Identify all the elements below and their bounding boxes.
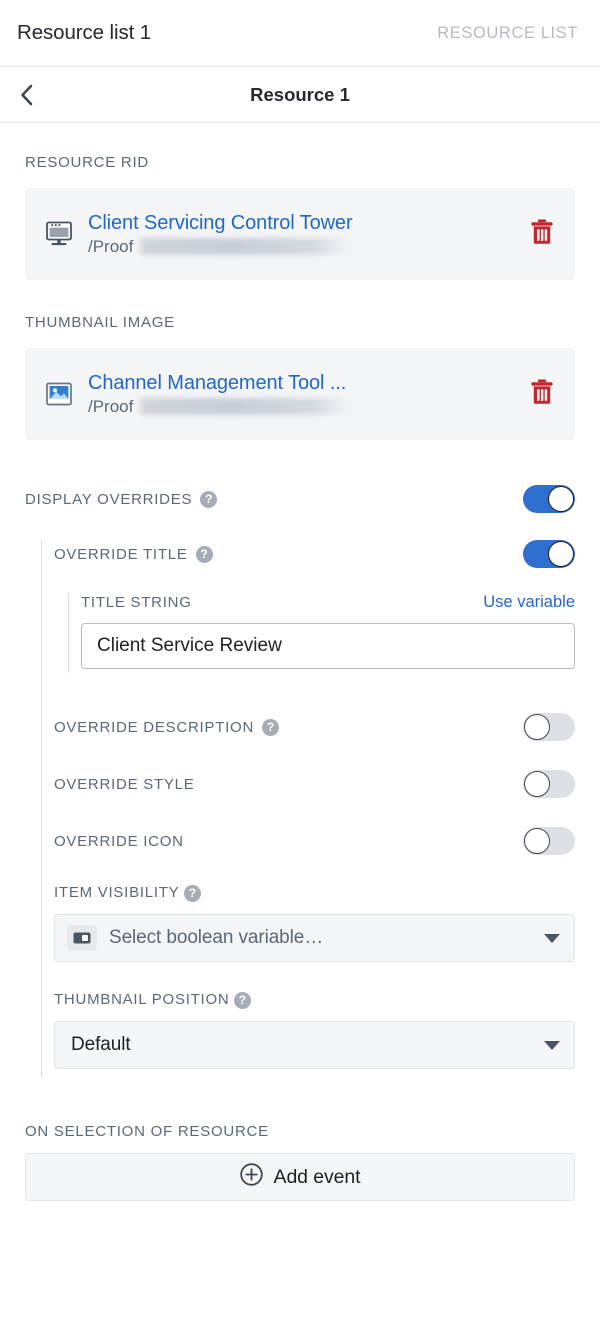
plus-circle-icon (239, 1163, 263, 1191)
help-circle-icon[interactable]: ? (233, 991, 251, 1009)
chevron-down-icon (544, 1040, 560, 1050)
override-style-row: OVERRIDE STYLE (54, 770, 575, 798)
delete-thumbnail-image-button[interactable] (527, 378, 557, 411)
delete-resource-rid-button[interactable] (527, 218, 557, 251)
resource-rid-section: RESOURCE RID Client Servicing Control To… (25, 154, 575, 280)
breadcrumb-current-title: Resource 1 (250, 83, 350, 105)
override-title-toggle[interactable] (523, 540, 575, 568)
resource-rid-path: /Proof (88, 237, 517, 256)
trash-icon (529, 218, 555, 251)
override-description-toggle[interactable] (523, 713, 575, 741)
item-visibility-group: ITEM VISIBILITY ? Select boolean variabl… (54, 884, 575, 962)
resource-rid-link[interactable]: Client Servicing Control Tower (88, 212, 517, 234)
page-title: Resource list 1 (17, 21, 152, 44)
thumbnail-image-card: Channel Management Tool ... /Proof (25, 348, 575, 440)
resource-rid-card: Client Servicing Control Tower /Proof (25, 188, 575, 280)
display-overrides-toggle[interactable] (523, 485, 575, 513)
resource-rid-label: RESOURCE RID (25, 154, 150, 171)
add-event-label: Add event (273, 1165, 361, 1188)
toggle-knob (548, 486, 574, 512)
thumbnail-image-path: /Proof (88, 397, 517, 416)
display-overrides-section: DISPLAY OVERRIDES ? OVERRIDE TITLE ? TIT… (25, 485, 575, 1077)
panel-content: RESOURCE RID Client Servicing Control To… (0, 154, 600, 1201)
resource-detail-panel: Resource list 1 RESOURCE LIST Resource 1… (0, 0, 600, 1339)
override-icon-row: OVERRIDE ICON (54, 827, 575, 855)
help-circle-icon[interactable]: ? (200, 490, 218, 508)
trash-icon (529, 378, 555, 411)
override-title-label: OVERRIDE TITLE (54, 545, 188, 563)
thumbnail-image-link[interactable]: Channel Management Tool ... (88, 372, 517, 394)
item-visibility-value: Select boolean variable… (109, 927, 324, 948)
title-string-label: TITLE STRING (81, 594, 192, 611)
boolean-variable-icon (67, 925, 97, 951)
thumbnail-position-select[interactable]: Default (54, 1021, 575, 1069)
resource-rid-path-prefix: /Proof (88, 236, 134, 256)
chevron-left-icon (19, 83, 35, 107)
override-description-label: OVERRIDE DESCRIPTION (54, 718, 255, 736)
toggle-knob (548, 541, 574, 567)
on-selection-section: ON SELECTION OF RESOURCE Add event (25, 1123, 575, 1201)
toggle-knob (524, 771, 550, 797)
panel-header: Resource list 1 RESOURCE LIST (0, 0, 600, 67)
thumbnail-image-text: Channel Management Tool ... /Proof (88, 372, 517, 416)
help-circle-icon[interactable]: ? (183, 884, 201, 902)
on-selection-label: ON SELECTION OF RESOURCE (25, 1123, 269, 1140)
thumbnail-image-path-prefix: /Proof (88, 396, 134, 416)
back-button[interactable] (12, 80, 42, 110)
thumbnail-position-value: Default (71, 1034, 131, 1055)
display-overrides-nested-group: OVERRIDE TITLE ? TITLE STRING Use variab… (41, 540, 575, 1077)
title-string-input[interactable] (81, 623, 575, 669)
redacted-path-blur (136, 237, 352, 255)
picture-image-icon (42, 380, 76, 408)
override-style-toggle[interactable] (523, 770, 575, 798)
item-visibility-select[interactable]: Select boolean variable… (54, 914, 575, 962)
chevron-down-icon (544, 933, 560, 943)
override-icon-toggle[interactable] (523, 827, 575, 855)
title-string-group: TITLE STRING Use variable (68, 593, 575, 673)
thumbnail-position-group: THUMBNAIL POSITION ? Default (54, 991, 575, 1069)
override-style-label: OVERRIDE STYLE (54, 775, 195, 793)
resource-rid-text: Client Servicing Control Tower /Proof (88, 212, 517, 255)
monitor-screen-icon (42, 220, 76, 248)
subheader: Resource 1 (0, 67, 600, 123)
thumbnail-image-label: THUMBNAIL IMAGE (25, 314, 175, 331)
display-overrides-row: DISPLAY OVERRIDES ? (25, 485, 575, 513)
help-circle-icon[interactable]: ? (262, 718, 280, 736)
toggle-knob (524, 828, 550, 854)
component-type-label: RESOURCE LIST (437, 23, 578, 42)
thumbnail-image-section: THUMBNAIL IMAGE Channel Management Tool … (25, 314, 575, 440)
redacted-path-blur (136, 397, 352, 415)
override-title-row: OVERRIDE TITLE ? (54, 540, 575, 568)
toggle-knob (524, 714, 550, 740)
add-event-button[interactable]: Add event (25, 1153, 575, 1201)
override-description-row: OVERRIDE DESCRIPTION ? (54, 713, 575, 741)
help-circle-icon[interactable]: ? (195, 545, 213, 563)
thumbnail-position-label: THUMBNAIL POSITION (54, 991, 230, 1008)
display-overrides-label: DISPLAY OVERRIDES (25, 490, 193, 508)
item-visibility-label: ITEM VISIBILITY (54, 884, 180, 901)
use-variable-link[interactable]: Use variable (483, 593, 575, 612)
override-icon-label: OVERRIDE ICON (54, 832, 184, 850)
